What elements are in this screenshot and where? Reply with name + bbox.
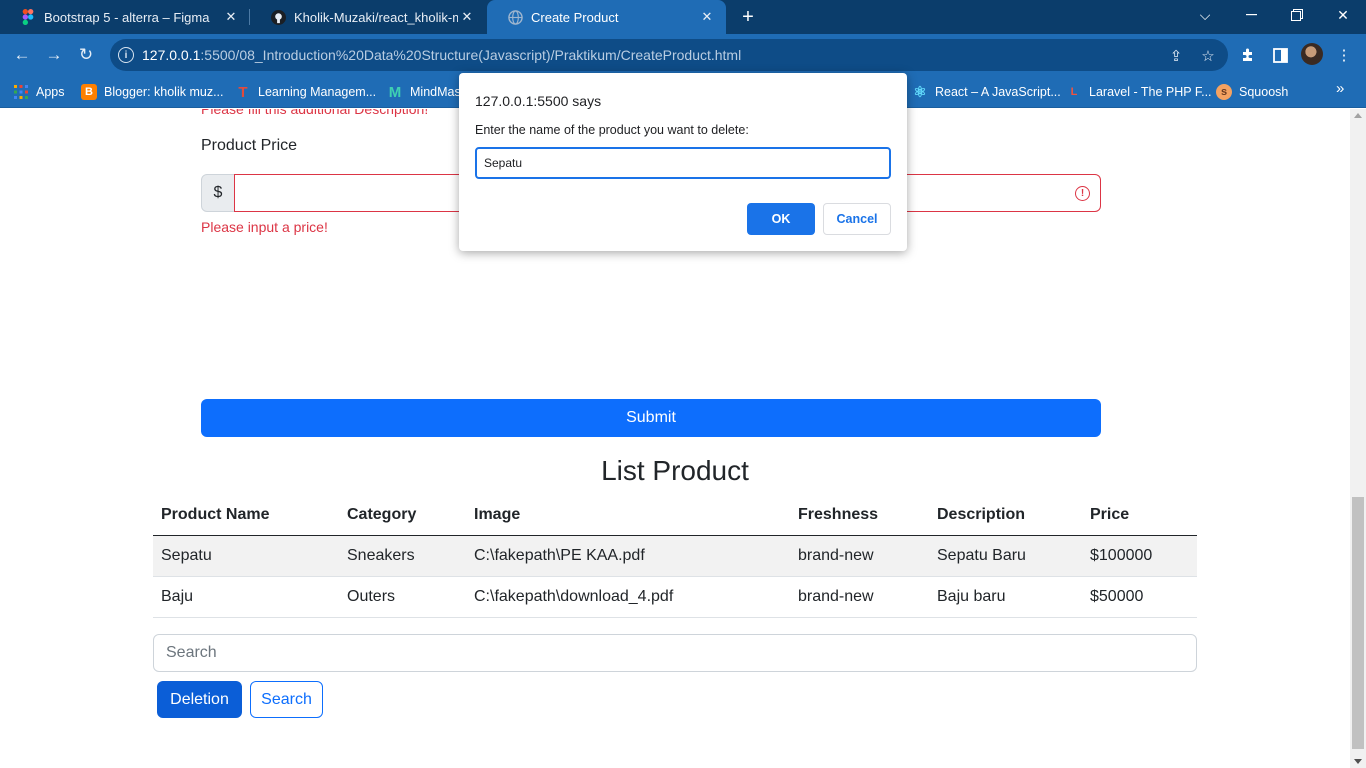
bookmark-blogger[interactable]: B Blogger: kholik muz... <box>81 82 224 102</box>
bookmark-label: Blogger: kholik muz... <box>104 85 224 99</box>
prompt-dialog: 127.0.0.1:5500 says Enter the name of th… <box>459 73 907 251</box>
cell-description: Baju baru <box>929 576 1082 618</box>
bookmark-lms[interactable]: T Learning Managem... <box>235 82 376 102</box>
cell-image: C:\fakepath\download_4.pdf <box>466 576 790 618</box>
cell-freshness: brand-new <box>790 535 929 577</box>
column-header: Image <box>466 495 790 536</box>
cell-price: $100000 <box>1082 535 1197 577</box>
figma-icon <box>20 9 36 25</box>
cancel-button[interactable]: Cancel <box>823 203 891 235</box>
tab-search-chevron-icon[interactable]: ⌵ <box>1182 0 1228 30</box>
table-header-row: Product Name Category Image Freshness De… <box>153 495 1197 536</box>
bookmark-label: Learning Managem... <box>258 85 377 99</box>
close-icon[interactable]: ✕ <box>458 8 476 26</box>
address-bar[interactable]: i 127.0.0.1:5500/08_Introduction%20Data%… <box>110 39 1228 71</box>
forward-arrow-icon[interactable]: → <box>41 42 67 68</box>
column-header: Freshness <box>790 495 929 536</box>
apps-grid-icon <box>13 84 29 100</box>
search-button[interactable]: Search <box>250 681 323 718</box>
tab-label: Create Product <box>531 9 619 25</box>
list-title: List Product <box>601 455 749 486</box>
side-panel-icon[interactable] <box>1270 45 1290 65</box>
extensions-puzzle-icon[interactable] <box>1238 45 1258 65</box>
bookmark-label: Laravel - The PHP F... <box>1089 85 1212 99</box>
page-scrollbar[interactable] <box>1350 109 1366 768</box>
bookmark-label: Squoosh <box>1239 85 1289 99</box>
column-header: Product Name <box>153 495 339 536</box>
cell-product-name: Baju <box>153 576 339 618</box>
scroll-up-arrow-icon[interactable] <box>1354 113 1362 118</box>
scroll-down-arrow-icon[interactable] <box>1354 759 1362 764</box>
tab-label: Kholik-Muzaki/react_kholik-muzaki <box>294 9 458 25</box>
bookmark-react[interactable]: ⚛ React – A JavaScript... <box>912 82 1061 102</box>
bookmark-mindmaster[interactable]: M MindMas <box>387 82 461 102</box>
dialog-message: Enter the name of the product you want t… <box>475 123 749 137</box>
cell-category: Sneakers <box>339 535 466 577</box>
cell-image: C:\fakepath\PE KAA.pdf <box>466 535 790 577</box>
search-placeholder: Search <box>166 644 217 661</box>
bookmark-label: MindMas <box>410 85 461 99</box>
blogger-icon: B <box>81 84 97 100</box>
laravel-icon: L <box>1070 86 1078 98</box>
cell-price: $50000 <box>1082 576 1197 618</box>
invalid-warning-icon: ! <box>1075 186 1090 201</box>
kebab-menu-icon[interactable]: ⋮ <box>1334 45 1354 65</box>
mindmaster-icon: M <box>388 83 402 101</box>
tab-strip: Bootstrap 5 - alterra – Figma ✕ Kholik-M… <box>0 0 1366 34</box>
restore-icon[interactable] <box>1274 0 1320 30</box>
site-info-icon[interactable]: i <box>118 47 134 63</box>
dialog-title: 127.0.0.1:5500 says <box>475 93 602 109</box>
bookmark-squoosh[interactable]: s Squoosh <box>1216 82 1288 102</box>
tab-label: Bootstrap 5 - alterra – Figma <box>44 9 210 25</box>
lms-icon: T <box>238 83 248 101</box>
bookmark-apps[interactable]: Apps <box>13 82 65 102</box>
price-label: Product Price <box>201 137 298 154</box>
product-table: Product Name Category Image Freshness De… <box>153 495 1197 618</box>
bookmark-laravel[interactable]: L Laravel - The PHP F... <box>1066 82 1212 102</box>
scrollbar-thumb[interactable] <box>1352 497 1364 749</box>
close-icon[interactable]: ✕ <box>698 8 716 26</box>
cell-description: Sepatu Baru <box>929 535 1082 577</box>
search-input[interactable]: Search <box>153 634 1197 672</box>
minimize-icon[interactable] <box>1228 0 1274 30</box>
column-header: Description <box>929 495 1082 536</box>
tab-github[interactable]: Kholik-Muzaki/react_kholik-muzaki ✕ <box>250 0 486 34</box>
price-error: Please input a price! <box>201 219 328 235</box>
reload-icon[interactable]: ↻ <box>73 42 99 68</box>
currency-addon: $ <box>201 174 235 212</box>
globe-icon <box>507 9 523 25</box>
new-tab-icon[interactable]: + <box>736 5 760 29</box>
close-window-icon[interactable]: ✕ <box>1320 0 1366 30</box>
bookmark-star-icon[interactable]: ☆ <box>1199 47 1217 65</box>
share-icon[interactable]: ⇪ <box>1167 47 1185 65</box>
table-row: Baju Outers C:\fakepath\download_4.pdf b… <box>153 576 1197 618</box>
description-error: Please fill this additional Description! <box>201 109 429 117</box>
table-row: Sepatu Sneakers C:\fakepath\PE KAA.pdf b… <box>153 535 1197 577</box>
column-header: Price <box>1082 495 1197 536</box>
cell-freshness: brand-new <box>790 576 929 618</box>
github-icon <box>270 9 286 25</box>
submit-button[interactable]: Submit <box>201 399 1101 437</box>
cell-category: Outers <box>339 576 466 618</box>
deletion-button[interactable]: Deletion <box>157 681 242 718</box>
browser-toolbar: ← → ↻ i 127.0.0.1:5500/08_Introduction%2… <box>0 34 1366 76</box>
bookmark-label: Apps <box>36 85 65 99</box>
tab-create-product[interactable]: Create Product ✕ <box>487 0 726 34</box>
back-arrow-icon[interactable]: ← <box>9 42 35 68</box>
bookmark-label: React – A JavaScript... <box>935 85 1061 99</box>
dialog-input[interactable]: Sepatu <box>475 147 891 179</box>
profile-avatar[interactable] <box>1301 43 1323 65</box>
dialog-input-value: Sepatu <box>484 156 523 170</box>
cell-product-name: Sepatu <box>153 535 339 577</box>
tab-figma[interactable]: Bootstrap 5 - alterra – Figma ✕ <box>0 0 250 34</box>
ok-button[interactable]: OK <box>747 203 815 235</box>
squoosh-icon: s <box>1216 84 1232 100</box>
react-icon: ⚛ <box>913 84 927 101</box>
column-header: Category <box>339 495 466 536</box>
close-icon[interactable]: ✕ <box>222 8 240 26</box>
bookmarks-overflow-icon[interactable]: » <box>1336 80 1344 97</box>
url-text: 127.0.0.1:5500/08_Introduction%20Data%20… <box>142 47 742 63</box>
